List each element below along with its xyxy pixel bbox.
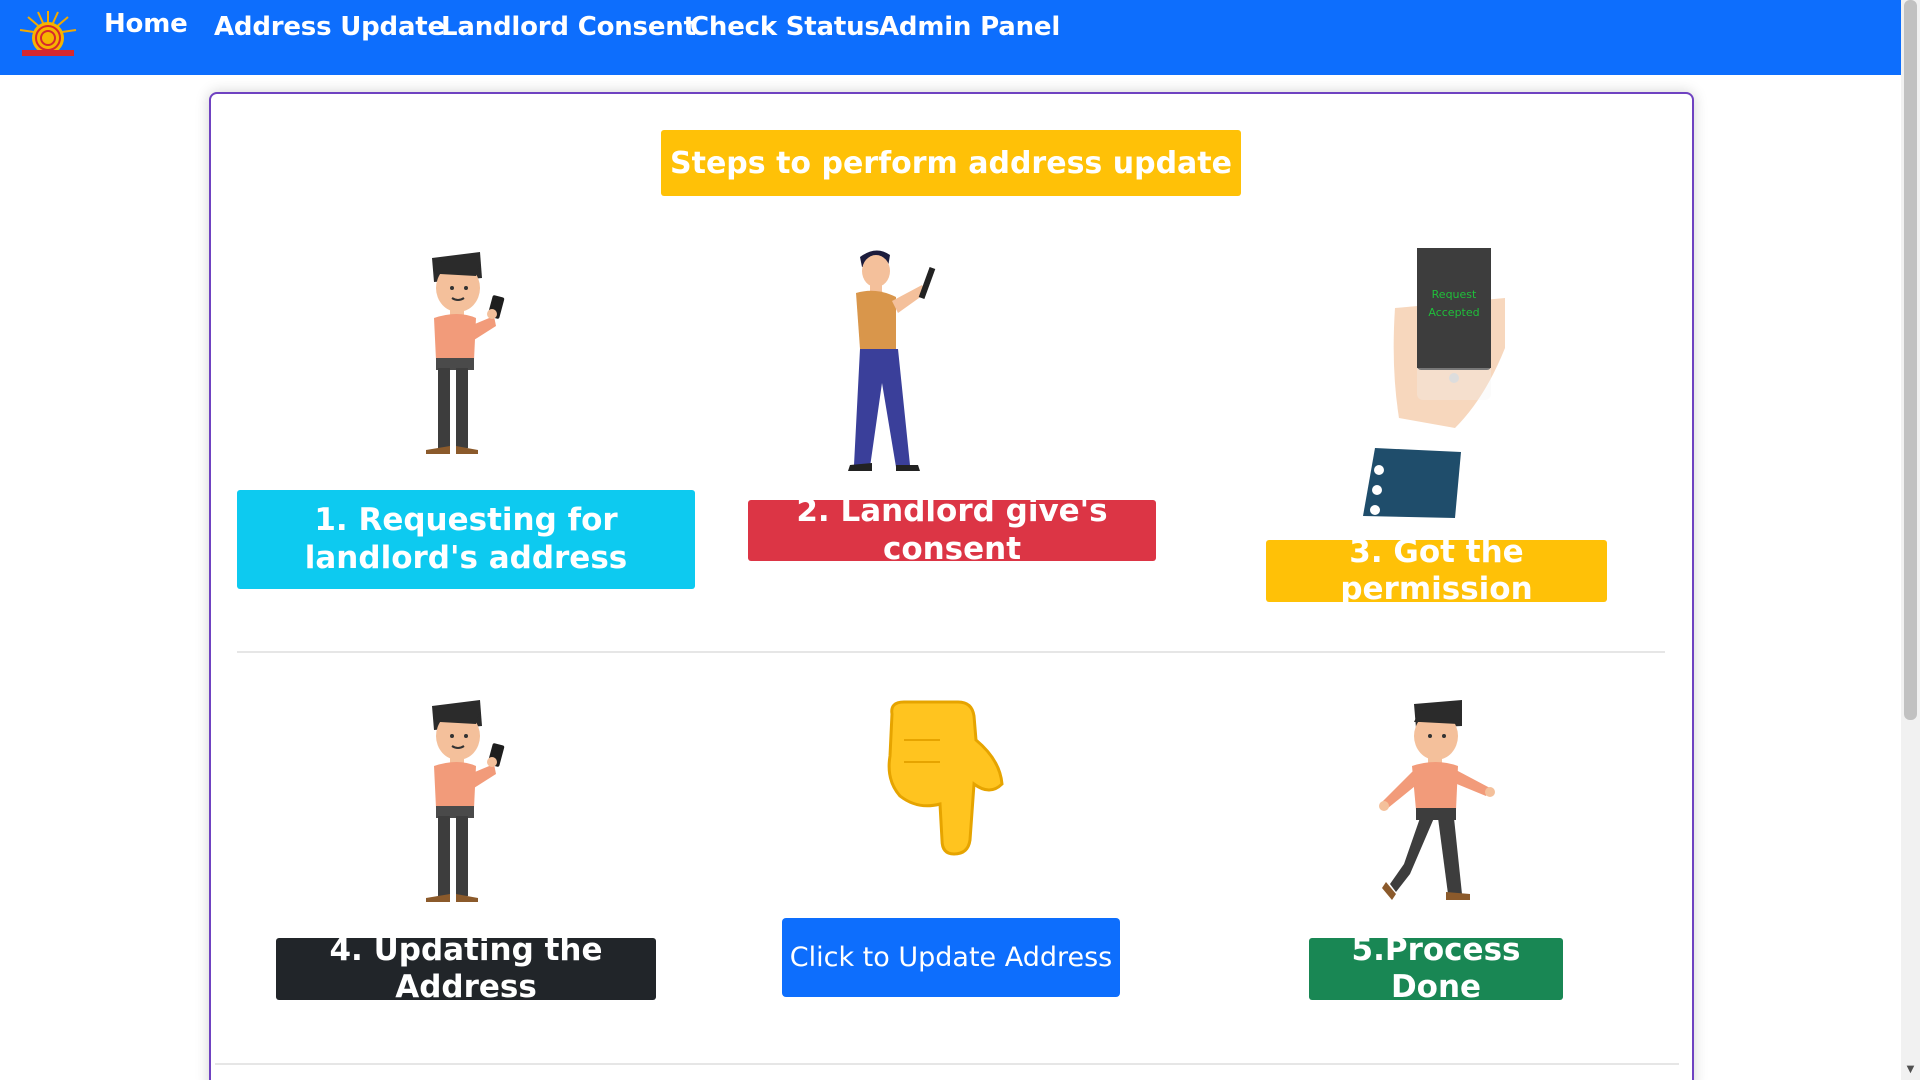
phone-screen-line-1: Request (1432, 288, 1477, 301)
woman-with-phone-illustration (848, 250, 936, 471)
update-address-button[interactable]: Click to Update Address (782, 918, 1120, 997)
nav-home[interactable]: Home (104, 9, 188, 39)
nav-landlord-consent[interactable]: Landlord Consent (441, 12, 696, 42)
nav-check-status[interactable]: Check Status (690, 12, 880, 42)
step-5-badge: 5.Process Done (1309, 932, 1563, 1005)
man-with-phone-illustration (426, 252, 505, 454)
phone-screen-line-2: Accepted (1428, 306, 1479, 319)
hand-holding-phone-illustration: Request Accepted (1363, 248, 1505, 518)
bottom-divider (215, 1063, 1679, 1065)
step-4-badge: 4. Updating the Address (276, 932, 656, 1005)
steps-divider (237, 651, 1665, 653)
pointing-down-hand-icon (887, 700, 1004, 856)
aadhaar-logo-icon[interactable] (14, 8, 82, 58)
man-with-phone-illustration-2 (426, 700, 505, 902)
nav-address-update[interactable]: Address Update (214, 12, 445, 42)
navbar: Home Address Update Landlord Consent Che… (0, 0, 1901, 75)
walking-man-illustration (1379, 700, 1495, 900)
step-2-badge: 2. Landlord give's consent (748, 493, 1156, 567)
step-3-badge: 3. Got the permission (1266, 534, 1607, 607)
scrollbar-thumb[interactable] (1904, 0, 1917, 720)
steps-heading: Steps to perform address update (661, 130, 1241, 196)
step-1-badge: 1. Requesting for landlord's address (237, 490, 695, 589)
nav-admin-panel[interactable]: Admin Panel (879, 12, 1060, 42)
scroll-down-arrow-icon[interactable]: ▼ (1904, 1064, 1917, 1077)
